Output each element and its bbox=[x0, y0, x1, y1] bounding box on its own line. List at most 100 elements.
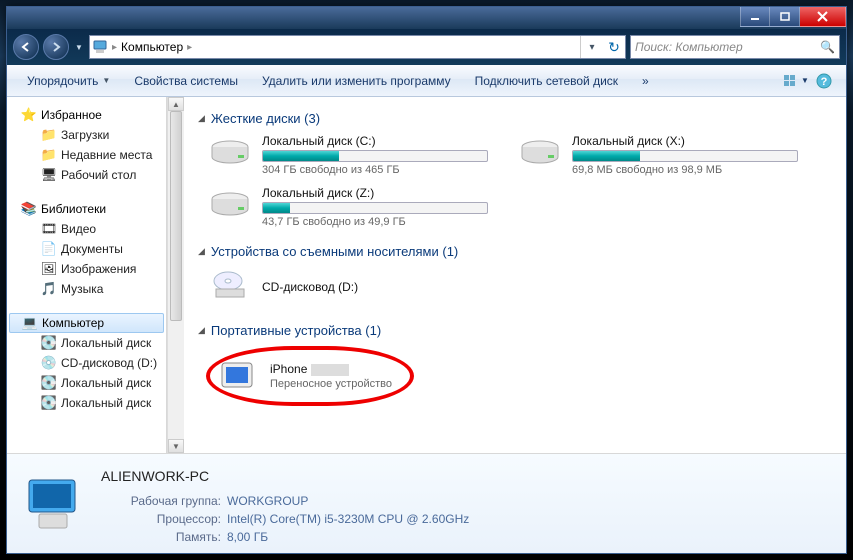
collapse-icon: ◢ bbox=[198, 325, 205, 336]
drive-label: Локальный диск (X:) bbox=[572, 134, 798, 148]
search-placeholder: Поиск: Компьютер bbox=[635, 40, 743, 54]
refresh-button[interactable]: ↻ bbox=[603, 39, 625, 56]
drive-free-text: 304 ГБ свободно из 465 ГБ bbox=[262, 164, 488, 176]
content-pane: ◢Жесткие диски (3) Локальный диск (C:) 3… bbox=[184, 97, 846, 453]
drive-icon bbox=[208, 134, 252, 174]
section-removable[interactable]: ◢Устройства со съемными носителями (1) bbox=[198, 244, 846, 259]
chevron-right-icon: ▸ bbox=[110, 42, 119, 53]
detail-value: WORKGROUP bbox=[227, 494, 308, 508]
cd-icon bbox=[208, 267, 252, 307]
drive-label: Локальный диск (Z:) bbox=[262, 186, 488, 200]
music-icon: 🎵 bbox=[41, 281, 57, 297]
collapse-icon: ◢ bbox=[198, 113, 205, 124]
portable-device-icon bbox=[216, 356, 260, 396]
drive-free-text: 69,8 МБ свободно из 98,9 МБ bbox=[572, 164, 798, 176]
chevron-right-icon: ▸ bbox=[185, 42, 194, 53]
collapse-icon: ◢ bbox=[198, 246, 205, 257]
device-cd[interactable]: CD-дисковод (D:) bbox=[208, 267, 488, 307]
sidebar-item-localdisk[interactable]: 💽Локальный диск bbox=[7, 333, 166, 353]
uninstall-button[interactable]: Удалить или изменить программу bbox=[250, 65, 463, 96]
map-drive-button[interactable]: Подключить сетевой диск bbox=[463, 65, 630, 96]
drive-icon: 💽 bbox=[41, 375, 57, 391]
computer-icon bbox=[90, 40, 110, 54]
drive-icon: 💽 bbox=[41, 335, 57, 351]
close-button[interactable] bbox=[800, 7, 846, 27]
nav-row: ▼ ▸ Компьютер ▸ ▾ ↻ Поиск: Компьютер 🔍 bbox=[7, 29, 846, 65]
detail-label: Процессор: bbox=[101, 512, 221, 526]
search-input[interactable]: Поиск: Компьютер 🔍 bbox=[630, 35, 840, 59]
device-label: CD-дисковод (D:) bbox=[262, 280, 488, 294]
minimize-button[interactable] bbox=[740, 7, 770, 27]
sidebar-libraries[interactable]: 📚Библиотеки bbox=[7, 199, 166, 219]
explorer-window: ▼ ▸ Компьютер ▸ ▾ ↻ Поиск: Компьютер 🔍 У… bbox=[6, 6, 847, 554]
star-icon: ⭐ bbox=[21, 107, 37, 123]
organize-button[interactable]: Упорядочить▼ bbox=[15, 65, 122, 96]
drive-c[interactable]: Локальный диск (C:) 304 ГБ свободно из 4… bbox=[208, 134, 488, 176]
section-hdd[interactable]: ◢Жесткие диски (3) bbox=[198, 111, 846, 126]
back-button[interactable] bbox=[13, 34, 39, 60]
scroll-down-button[interactable]: ▼ bbox=[168, 439, 184, 453]
scroll-thumb[interactable] bbox=[170, 111, 182, 321]
detail-value: Intel(R) Core(TM) i5-3230M CPU @ 2.60GHz bbox=[227, 512, 469, 526]
desktop-icon: 🖥 bbox=[41, 167, 57, 183]
sidebar: ⭐Избранное 📁Загрузки 📁Недавние места 🖥Ра… bbox=[7, 97, 167, 453]
history-dropdown[interactable]: ▼ bbox=[73, 36, 85, 58]
device-subtitle: Переносное устройство bbox=[270, 378, 392, 390]
sidebar-item-music[interactable]: 🎵Музыка bbox=[7, 279, 166, 299]
sidebar-item-localdisk[interactable]: 💽Локальный диск bbox=[7, 373, 166, 393]
scroll-up-button[interactable]: ▲ bbox=[168, 97, 184, 111]
drive-free-text: 43,7 ГБ свободно из 49,9 ГБ bbox=[262, 216, 488, 228]
drive-capacity-bar bbox=[262, 202, 488, 214]
titlebar bbox=[7, 7, 846, 29]
drive-icon bbox=[518, 134, 562, 174]
device-iphone[interactable]: iPhone Переносное устройство bbox=[270, 362, 392, 390]
libraries-icon: 📚 bbox=[21, 201, 37, 217]
sidebar-computer[interactable]: 💻Компьютер bbox=[9, 313, 164, 333]
sidebar-favorites[interactable]: ⭐Избранное bbox=[7, 105, 166, 125]
drive-x[interactable]: Локальный диск (X:) 69,8 МБ свободно из … bbox=[518, 134, 798, 176]
breadcrumb[interactable]: Компьютер bbox=[119, 40, 185, 54]
sidebar-scrollbar[interactable]: ▲ ▼ bbox=[167, 97, 184, 453]
forward-button[interactable] bbox=[43, 34, 69, 60]
document-icon: 📄 bbox=[41, 241, 57, 257]
detail-label: Рабочая группа: bbox=[101, 494, 221, 508]
section-portable[interactable]: ◢Портативные устройства (1) bbox=[198, 323, 846, 338]
system-properties-button[interactable]: Свойства системы bbox=[122, 65, 250, 96]
picture-icon: 🖼 bbox=[41, 261, 57, 277]
computer-icon: 💻 bbox=[22, 315, 38, 331]
detail-label: Память: bbox=[101, 530, 221, 544]
address-dropdown[interactable]: ▾ bbox=[581, 42, 603, 53]
help-button[interactable]: ? bbox=[810, 73, 838, 89]
details-pane: ALIENWORK-PC Рабочая группа: WORKGROUP Пр… bbox=[7, 453, 846, 553]
search-icon: 🔍 bbox=[820, 40, 835, 54]
toolbar-overflow[interactable]: » bbox=[630, 65, 661, 96]
sidebar-item-localdisk[interactable]: 💽Локальный диск bbox=[7, 393, 166, 413]
computer-large-icon bbox=[19, 462, 89, 545]
drive-label: Локальный диск (C:) bbox=[262, 134, 488, 148]
annotation-highlight: iPhone Переносное устройство bbox=[206, 346, 414, 406]
sidebar-item-pictures[interactable]: 🖼Изображения bbox=[7, 259, 166, 279]
cd-icon: 💿 bbox=[41, 355, 57, 371]
redacted-text bbox=[311, 364, 349, 376]
sidebar-item-downloads[interactable]: 📁Загрузки bbox=[7, 125, 166, 145]
sidebar-item-desktop[interactable]: 🖥Рабочий стол bbox=[7, 165, 166, 185]
folder-icon: 📁 bbox=[41, 127, 57, 143]
drive-icon: 💽 bbox=[41, 395, 57, 411]
sidebar-item-video[interactable]: 🎞Видео bbox=[7, 219, 166, 239]
svg-text:?: ? bbox=[821, 76, 828, 88]
maximize-button[interactable] bbox=[770, 7, 800, 27]
drive-capacity-bar bbox=[572, 150, 798, 162]
sidebar-item-documents[interactable]: 📄Документы bbox=[7, 239, 166, 259]
device-label: iPhone bbox=[270, 362, 392, 376]
sidebar-item-recent[interactable]: 📁Недавние места bbox=[7, 145, 166, 165]
video-icon: 🎞 bbox=[41, 221, 57, 237]
view-button[interactable]: ▼ bbox=[782, 74, 810, 88]
toolbar: Упорядочить▼ Свойства системы Удалить ил… bbox=[7, 65, 846, 97]
drive-capacity-bar bbox=[262, 150, 488, 162]
drive-z[interactable]: Локальный диск (Z:) 43,7 ГБ свободно из … bbox=[208, 186, 488, 228]
chevron-down-icon: ▼ bbox=[102, 76, 110, 85]
sidebar-item-cddrive[interactable]: 💿CD-дисковод (D:) bbox=[7, 353, 166, 373]
drive-icon bbox=[208, 186, 252, 226]
computer-name: ALIENWORK-PC bbox=[101, 468, 469, 484]
address-bar[interactable]: ▸ Компьютер ▸ ▾ ↻ bbox=[89, 35, 626, 59]
